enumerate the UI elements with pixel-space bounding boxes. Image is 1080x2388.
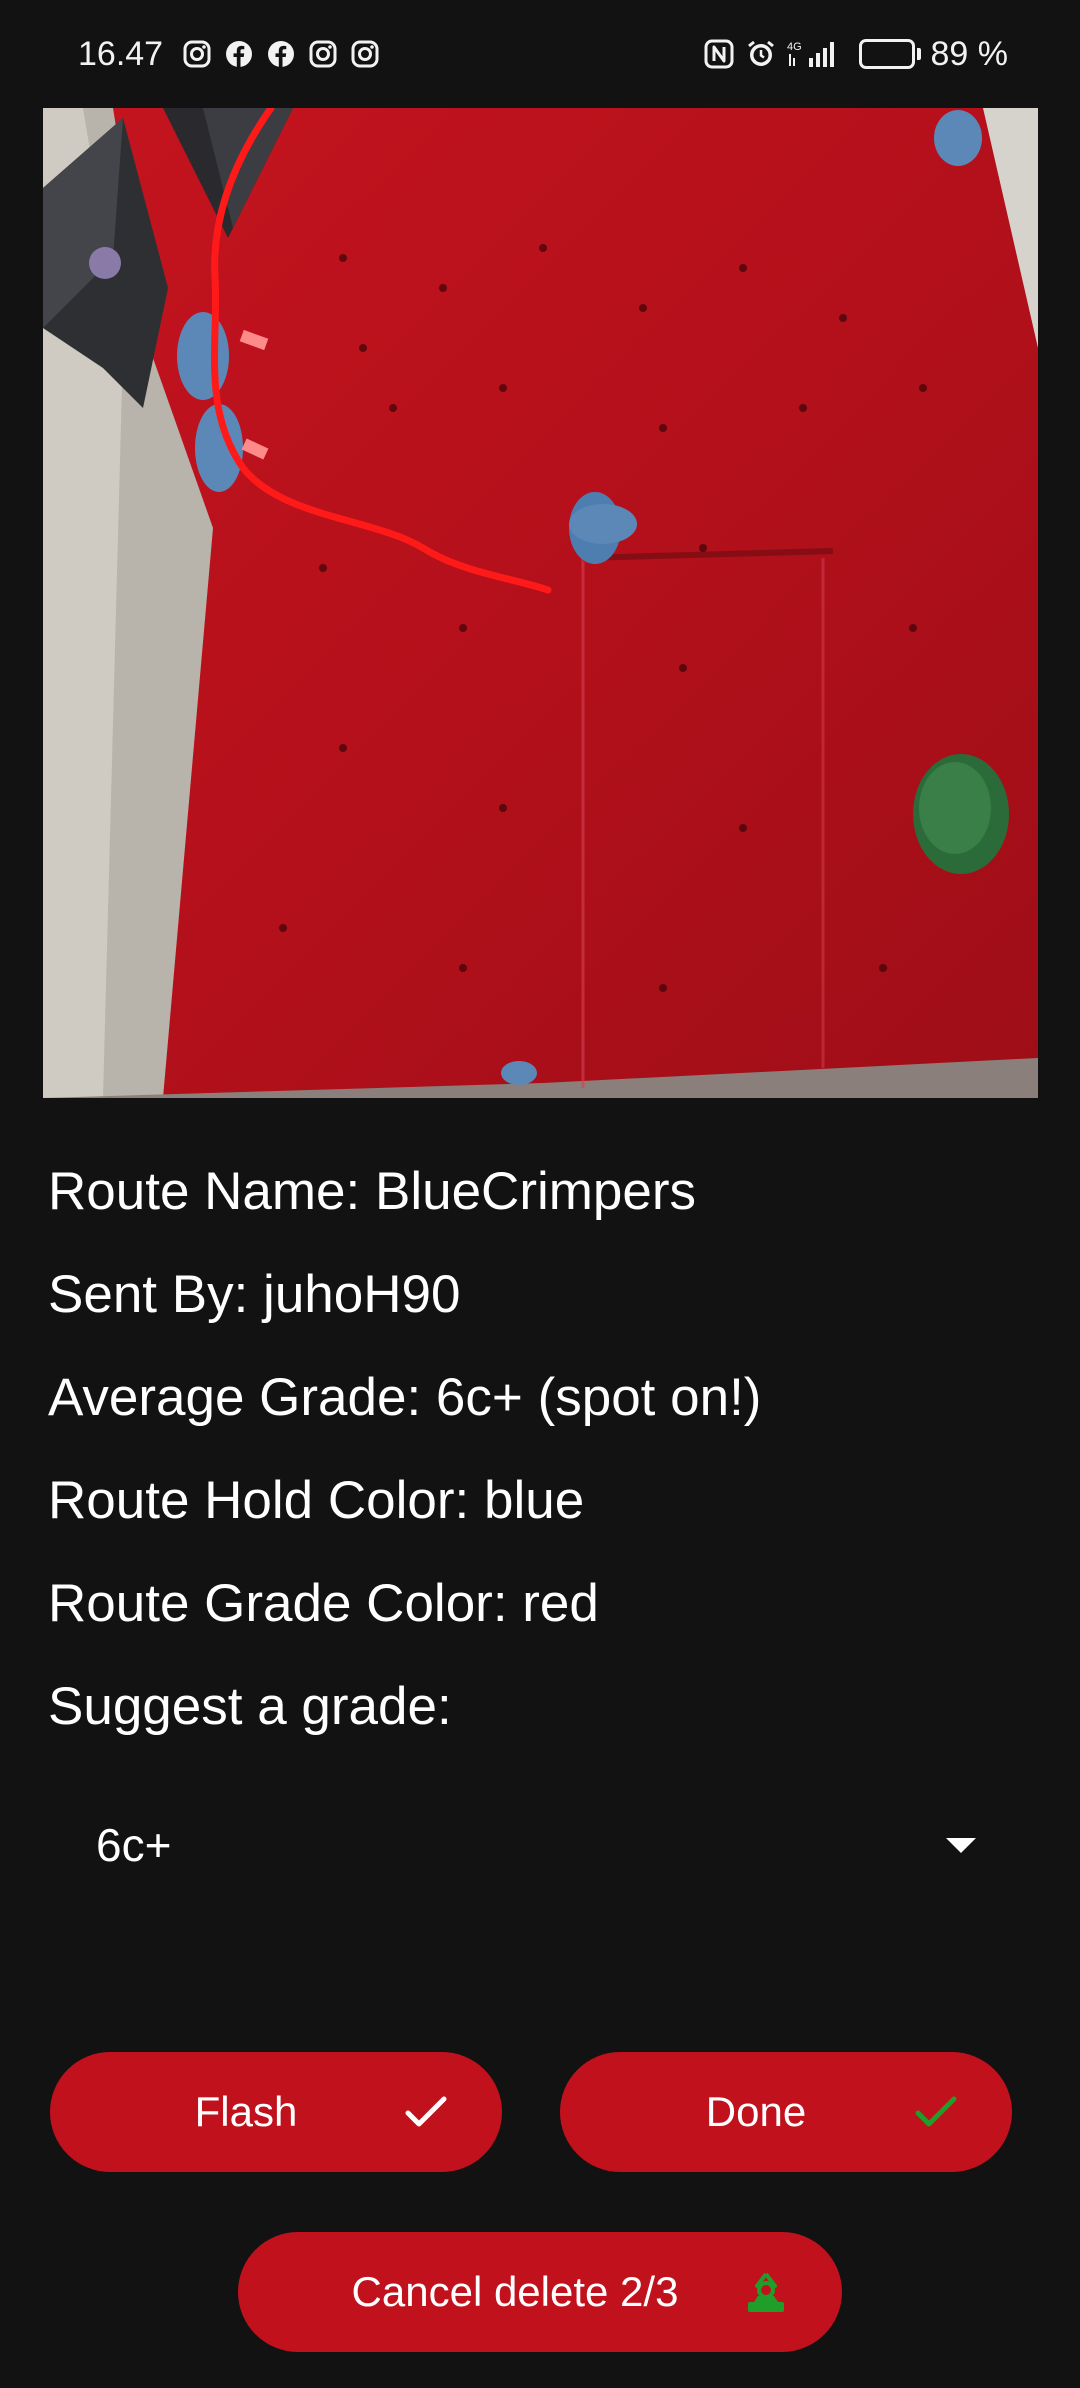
status-bar-right: 4G 89 % (703, 34, 1009, 74)
alarm-icon (745, 38, 777, 70)
recycle-bin-icon (742, 2268, 790, 2316)
route-detail-screen: 16.47 4G 89 % Route Name: BlueCrimpers S… (0, 0, 1080, 2388)
grade-selected-value: 6c+ (96, 1819, 172, 1871)
battery-percent: 89 % (930, 34, 1009, 73)
climbing-wall-photo (43, 108, 1038, 1098)
nfc-icon (703, 38, 735, 70)
signal-4g-icon: 4G (787, 38, 841, 70)
grade-dropdown[interactable]: 6c+ (48, 1790, 998, 1900)
route-info: Route Name: BlueCrimpers Sent By: juhoH9… (48, 1140, 1038, 1758)
network-type-label: 4G (787, 41, 802, 53)
route-hold-color: Route Hold Color: blue (48, 1471, 585, 1530)
done-button[interactable]: Done (560, 2052, 1012, 2172)
battery-icon (858, 39, 921, 69)
route-grade-color: Route Grade Color: red (48, 1574, 599, 1633)
facebook-icon (265, 38, 297, 70)
clock: 16.47 (78, 34, 164, 73)
chevron-down-icon (946, 1837, 976, 1853)
route-photo[interactable] (43, 108, 1038, 1098)
suggest-grade-label: Suggest a grade: (48, 1677, 452, 1736)
sent-by: Sent By: juhoH90 (48, 1265, 461, 1324)
status-bar: 16.47 4G 89 % (0, 0, 1080, 108)
route-name: Route Name: BlueCrimpers (48, 1162, 697, 1221)
instagram-icon (181, 38, 213, 70)
flash-button-label: Flash (194, 2088, 298, 2135)
cancel-delete-label: Cancel delete 2/3 (351, 2268, 679, 2315)
done-button-label: Done (705, 2088, 807, 2135)
average-grade: Average Grade: 6c+ (spot on!) (48, 1368, 762, 1427)
instagram-icon (349, 38, 381, 70)
status-bar-left: 16.47 (78, 35, 381, 74)
check-icon (402, 2088, 450, 2136)
instagram-icon (307, 38, 339, 70)
facebook-icon (223, 38, 255, 70)
flash-button[interactable]: Flash (50, 2052, 502, 2172)
check-icon (912, 2088, 960, 2136)
cancel-delete-button[interactable]: Cancel delete 2/3 (238, 2232, 842, 2352)
